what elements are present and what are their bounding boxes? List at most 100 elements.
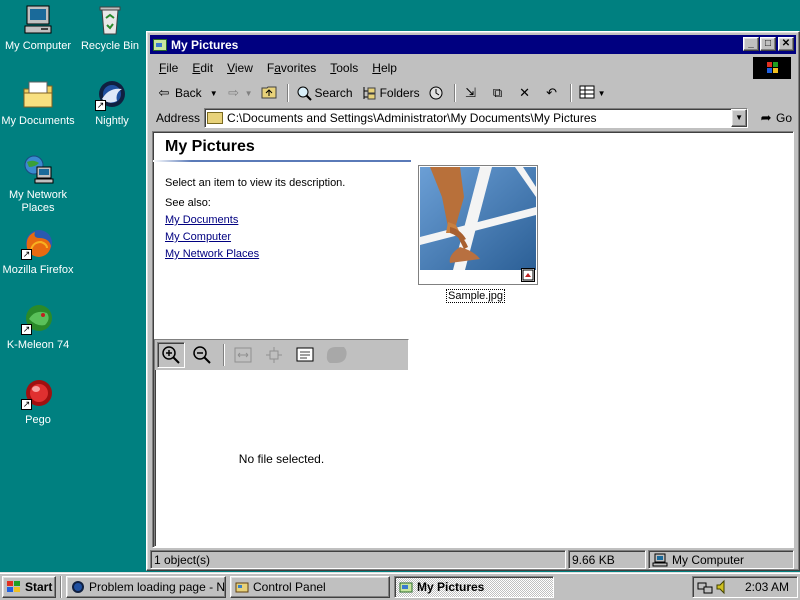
task-nightly[interactable]: Problem loading page - Nig... — [66, 575, 226, 598]
menu-favorites[interactable]: Favorites — [260, 61, 323, 75]
forward-arrow-icon: ⇨ — [228, 85, 240, 100]
copy-to-button[interactable]: ⧉ — [486, 82, 513, 104]
task-my-pictures[interactable]: My Pictures — [394, 575, 554, 598]
search-label: Search — [314, 86, 353, 100]
menu-view[interactable]: View — [220, 61, 260, 75]
back-label: Back — [175, 86, 202, 100]
start-button[interactable]: Start — [2, 575, 56, 598]
status-zone: My Computer — [648, 550, 794, 569]
shortcut-arrow-icon: ↗ — [95, 100, 106, 111]
delete-button[interactable]: ✕ — [513, 82, 540, 104]
back-dropdown-icon[interactable]: ▼ — [210, 89, 218, 98]
menu-help[interactable]: Help — [365, 61, 404, 75]
go-arrow-icon: ➦ — [760, 110, 772, 125]
file-thumbnail[interactable] — [418, 165, 538, 285]
desktop-icon-label: Recycle Bin — [80, 40, 140, 52]
my-computer-icon — [21, 4, 55, 36]
address-dropdown-button[interactable]: ▼ — [731, 109, 748, 127]
my-pictures-folder-icon — [399, 580, 413, 594]
zoom-out-button[interactable] — [188, 342, 216, 368]
history-button[interactable] — [424, 82, 451, 104]
forward-button[interactable]: ⇨ ▼ — [222, 82, 257, 104]
best-fit-icon — [234, 347, 252, 363]
description-text: Select an item to view its description. — [165, 177, 346, 189]
menu-tools[interactable]: Tools — [323, 61, 365, 75]
desktop-icon-label: Pego — [25, 414, 51, 426]
delete-icon: ✕ — [519, 85, 531, 100]
desktop-icon-my-computer[interactable]: My Computer — [0, 4, 76, 53]
forward-dropdown-icon[interactable]: ▼ — [245, 89, 253, 98]
views-button[interactable]: ▼ — [575, 82, 610, 104]
move-to-button[interactable]: ⇲ — [459, 82, 486, 104]
shortcut-arrow-icon: ↗ — [21, 324, 32, 335]
image-preview-pane: No file selected. — [154, 339, 409, 547]
minimize-button[interactable]: _ — [743, 37, 759, 51]
address-field[interactable]: C:\Documents and Settings\Administrator\… — [204, 108, 749, 128]
desktop-icon-my-network-places[interactable]: My Network Places — [0, 153, 76, 215]
address-label: Address — [156, 111, 201, 125]
clock[interactable]: 2:03 AM — [745, 580, 789, 594]
network-tray-icon[interactable] — [697, 579, 713, 595]
zoom-out-icon — [193, 346, 211, 364]
desktop-icon-mozilla-firefox[interactable]: ↗ Mozilla Firefox — [0, 228, 76, 277]
undo-button[interactable]: ↶ — [540, 82, 567, 104]
rotate-button[interactable] — [322, 342, 350, 368]
desktop-icon-nightly[interactable]: ↗ Nightly — [74, 79, 150, 128]
back-button[interactable]: ⇦ Back ▼ — [152, 82, 222, 104]
preview-toolbar-separator — [223, 344, 225, 366]
taskbar-separator — [60, 575, 62, 598]
up-folder-icon — [261, 85, 277, 101]
link-my-documents[interactable]: My Documents — [165, 214, 238, 226]
zoom-in-icon — [162, 346, 180, 364]
menu-file-rest: ile — [166, 61, 179, 75]
folders-label: Folders — [379, 86, 420, 100]
network-places-icon — [21, 153, 55, 185]
menu-bar: File Edit View Favorites Tools Help — [152, 57, 794, 79]
volume-tray-icon[interactable] — [715, 579, 731, 595]
folders-icon — [361, 85, 377, 101]
address-value: C:\Documents and Settings\Administrator\… — [227, 111, 597, 125]
desktop-icon-k-meleon[interactable]: ↗ K-Meleon 74 — [0, 303, 76, 352]
search-button[interactable]: Search — [292, 82, 357, 104]
shortcut-arrow-icon: ↗ — [21, 249, 32, 260]
go-button[interactable]: ➦ Go — [758, 110, 792, 126]
windows-logo-icon — [753, 57, 791, 79]
desktop-icon-recycle-bin[interactable]: Recycle Bin — [72, 4, 148, 53]
maximize-button[interactable]: □ — [760, 37, 776, 51]
toolbar-separator — [286, 84, 289, 102]
link-my-computer[interactable]: My Computer — [165, 231, 231, 243]
desktop-icon-my-documents[interactable]: My Documents — [0, 79, 76, 128]
folders-button[interactable]: Folders — [357, 82, 424, 104]
window-folder-icon — [153, 38, 167, 51]
folder-view[interactable]: My Pictures Select an item to view its d… — [152, 131, 794, 548]
desktop-icon-label: My Network Places — [8, 189, 68, 214]
task-control-panel[interactable]: Control Panel — [230, 575, 390, 598]
firefox-icon: ↗ — [21, 228, 55, 260]
best-fit-button[interactable] — [229, 342, 257, 368]
move-to-icon: ⇲ — [465, 85, 477, 100]
my-documents-icon — [21, 79, 55, 111]
see-also-label: See also: — [165, 197, 211, 209]
taskbar: Start Problem loading page - Nig... Cont… — [0, 572, 800, 600]
file-name-label[interactable]: Sample.jpg — [446, 289, 506, 303]
history-icon — [428, 85, 444, 101]
menu-file[interactable]: File — [152, 61, 185, 75]
link-my-network-places[interactable]: My Network Places — [165, 248, 259, 260]
recycle-bin-icon — [93, 4, 127, 36]
desktop-icon-label: Nightly — [95, 115, 129, 127]
desktop-icon-pego[interactable]: ↗ Pego — [0, 378, 76, 427]
menu-edit[interactable]: Edit — [185, 61, 220, 75]
go-label: Go — [776, 111, 793, 125]
jpeg-file-type-icon — [521, 268, 535, 282]
title-bar[interactable]: My Pictures _ □ ✕ — [150, 35, 796, 54]
zoom-in-button[interactable] — [157, 342, 185, 368]
views-dropdown-icon[interactable]: ▼ — [598, 89, 606, 98]
status-zone-label: My Computer — [672, 552, 745, 567]
slideshow-button[interactable] — [291, 342, 319, 368]
close-button[interactable]: ✕ — [778, 37, 794, 51]
actual-size-button[interactable] — [260, 342, 288, 368]
copy-to-icon: ⧉ — [492, 85, 503, 100]
up-folder-button[interactable] — [257, 82, 284, 104]
task-label: My Pictures — [417, 579, 485, 594]
toolbar-separator — [569, 84, 572, 102]
